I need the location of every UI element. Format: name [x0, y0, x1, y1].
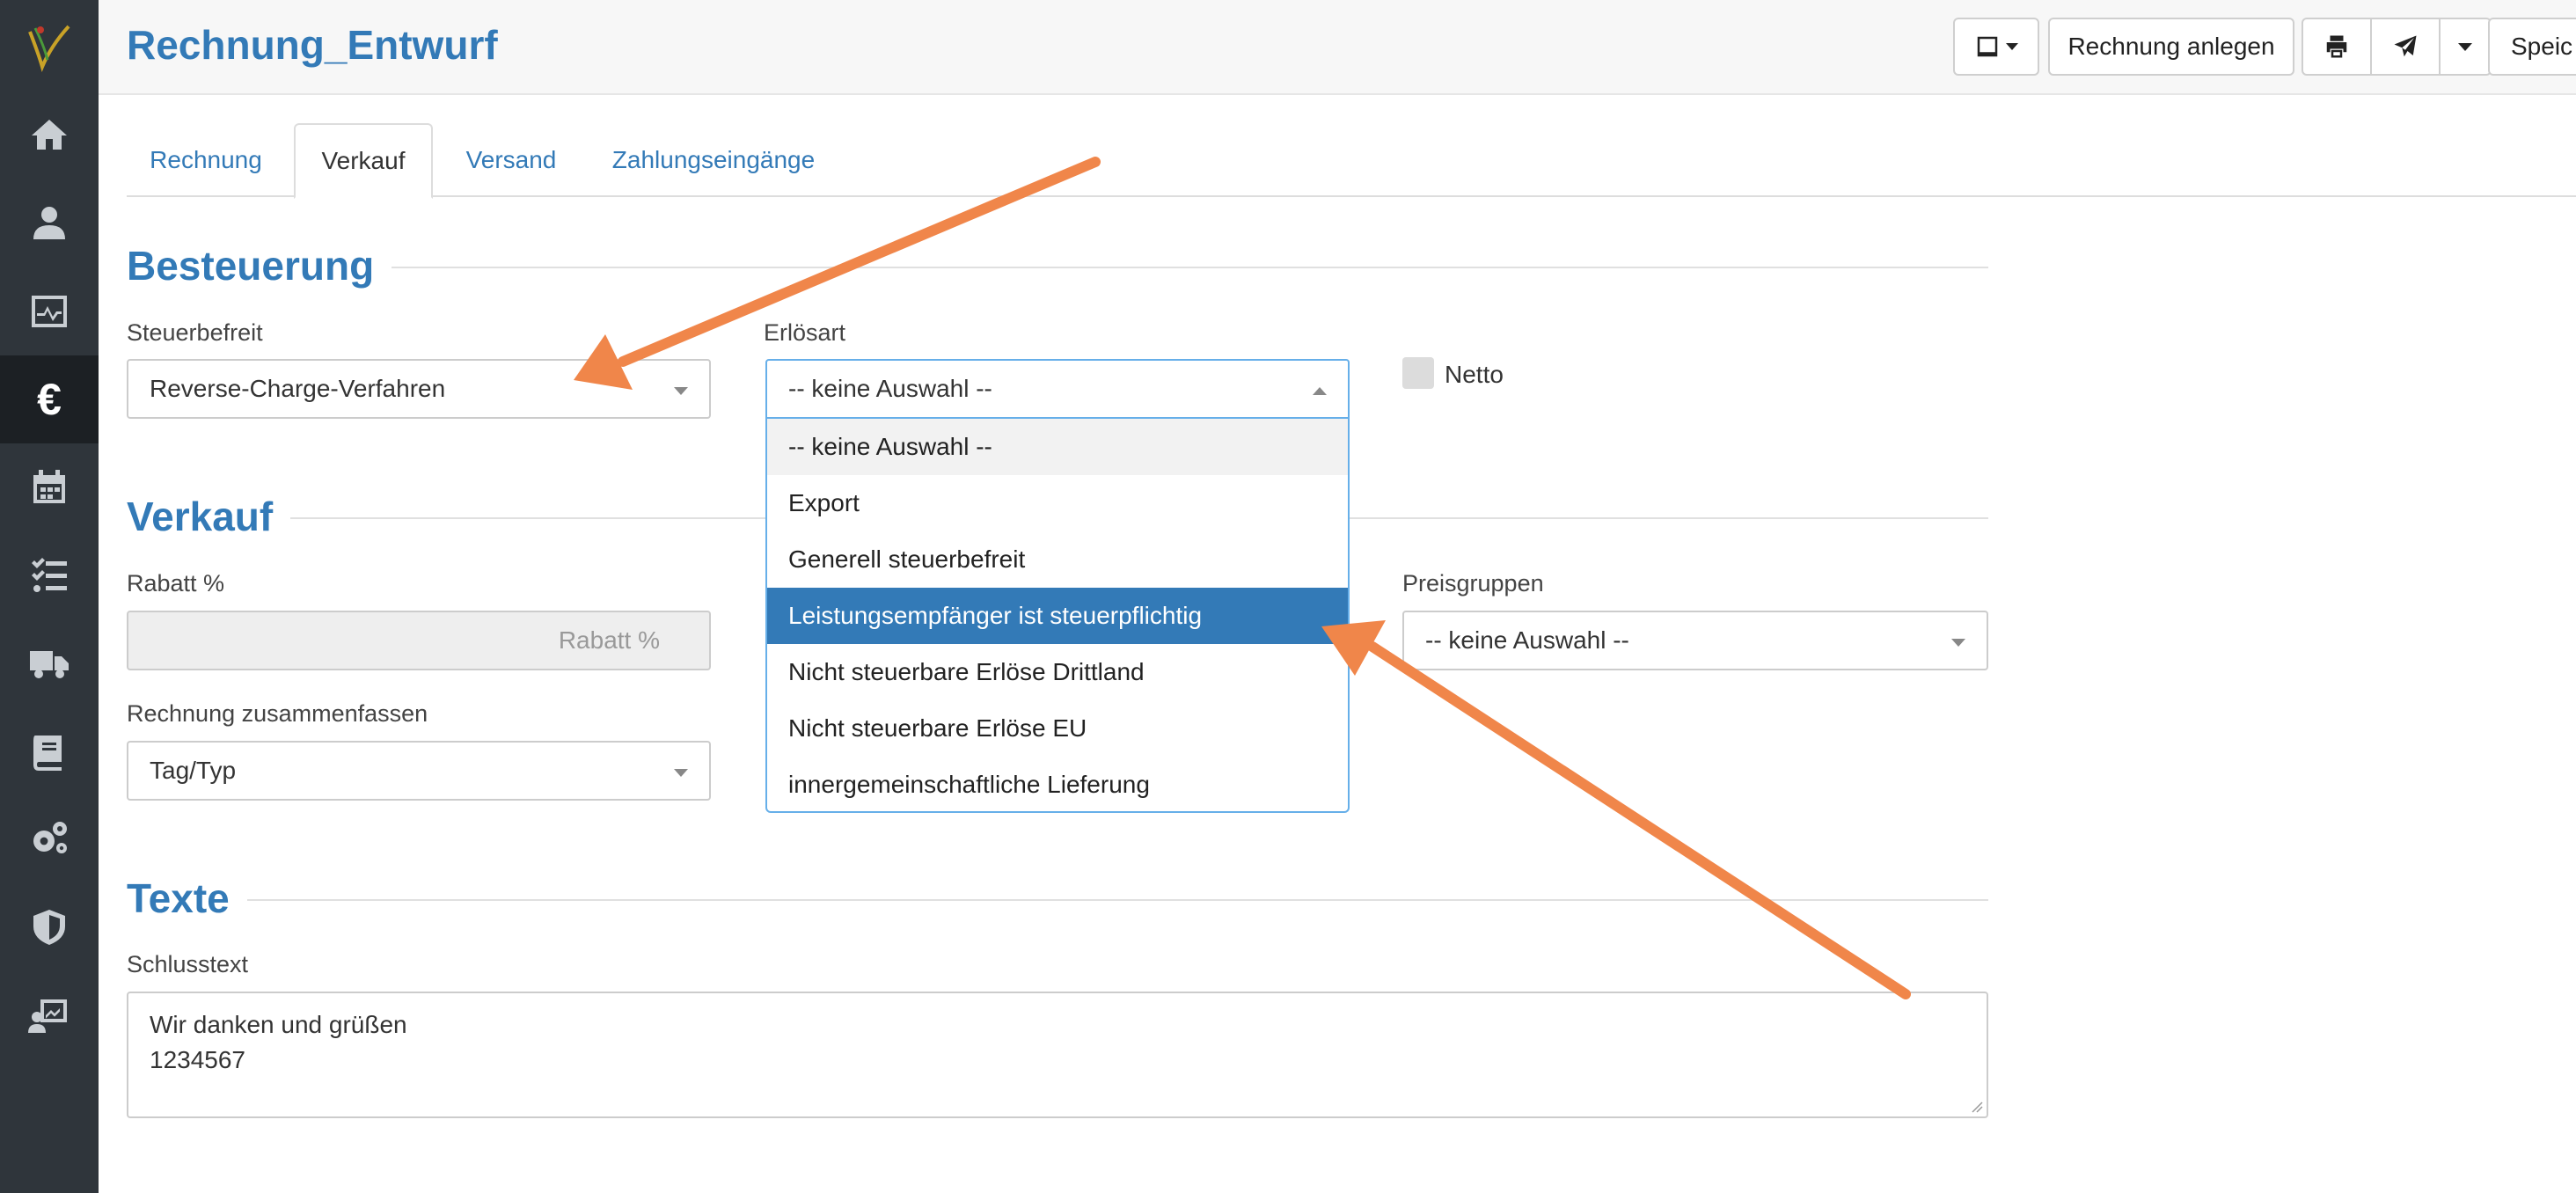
- rabatt-input: Rabatt %: [127, 611, 711, 670]
- caret-down-icon: [2006, 43, 2018, 50]
- sidebar-item-shipping[interactable]: [0, 619, 99, 707]
- preisgruppen-value: -- keine Auswahl --: [1425, 626, 1629, 654]
- steuerbefreit-value: Reverse-Charge-Verfahren: [150, 375, 446, 402]
- home-icon: [32, 120, 67, 150]
- tablet-icon: [1977, 36, 1998, 57]
- save-button[interactable]: Speic: [2488, 18, 2576, 76]
- steuerbefreit-label: Steuerbefreit: [127, 319, 263, 346]
- sidebar-item-finance[interactable]: €: [0, 355, 99, 443]
- device-dropdown-button[interactable]: [1953, 18, 2039, 76]
- sidebar-item-security[interactable]: [0, 883, 99, 971]
- steuerbefreit-select[interactable]: Reverse-Charge-Verfahren: [127, 359, 711, 419]
- truck-icon: [30, 651, 69, 678]
- dropdown-option[interactable]: Generell steuerbefreit: [767, 531, 1348, 588]
- contacts-icon: [33, 207, 65, 239]
- chevron-down-icon: [674, 769, 688, 777]
- dropdown-option[interactable]: Nicht steuerbare Erlöse Drittland: [767, 644, 1348, 700]
- sidebar: €: [0, 0, 99, 1193]
- task-list-icon: [32, 558, 67, 592]
- dropdown-option[interactable]: -- keine Auswahl --: [767, 419, 1348, 475]
- sidebar-item-home[interactable]: [0, 91, 99, 179]
- send-options-button[interactable]: [2439, 18, 2492, 76]
- chevron-down-icon: [674, 387, 688, 395]
- activity-monitor-icon: [32, 296, 67, 327]
- dropdown-option-selected[interactable]: Leistungsempfänger ist steuerpflichtig: [767, 588, 1348, 644]
- calendar-icon: [33, 470, 65, 503]
- sidebar-item-activity[interactable]: [0, 267, 99, 355]
- annotation-arrow: [1321, 620, 1911, 999]
- rabatt-label: Rabatt %: [127, 570, 225, 596]
- schlusstext-line: Wir danken und grüßen: [150, 1011, 407, 1038]
- resize-handle-icon[interactable]: [1969, 1099, 1983, 1113]
- print-button[interactable]: [2302, 18, 2372, 76]
- sidebar-item-settings[interactable]: [0, 795, 99, 883]
- sidebar-item-reports[interactable]: [0, 971, 99, 1059]
- schlusstext-textarea[interactable]: Wir danken und grüßen 1234567: [127, 992, 1988, 1118]
- header-bar: Rechnung_Entwurf Rechnung anlegen Speic: [99, 0, 2576, 95]
- print-icon: [2326, 35, 2347, 58]
- section-title-besteuerung: Besteuerung: [127, 241, 392, 290]
- tab-zahlungseingaenge[interactable]: Zahlungseingänge: [589, 123, 838, 197]
- sidebar-item-tasks[interactable]: [0, 531, 99, 619]
- preisgruppen-label: Preisgruppen: [1402, 570, 1544, 596]
- netto-checkbox[interactable]: [1402, 357, 1434, 389]
- section-title-verkauf: Verkauf: [127, 492, 291, 541]
- caret-down-icon: [2458, 42, 2472, 51]
- page-title: Rechnung_Entwurf: [127, 22, 498, 68]
- create-invoice-button[interactable]: Rechnung anlegen: [2048, 18, 2294, 76]
- settings-gears-icon: [33, 822, 67, 853]
- tab-rechnung[interactable]: Rechnung: [127, 123, 285, 197]
- sidebar-item-calendar[interactable]: [0, 443, 99, 531]
- section-divider: [127, 899, 1988, 901]
- netto-label: Netto: [1445, 361, 1504, 388]
- preisgruppen-select[interactable]: -- keine Auswahl --: [1402, 611, 1988, 670]
- chevron-up-icon: [1313, 387, 1327, 395]
- euro-icon: €: [37, 375, 62, 424]
- erloesart-dropdown-list: -- keine Auswahl -- Export Generell steu…: [765, 419, 1350, 813]
- user-chart-icon: [28, 999, 67, 1033]
- tab-versand[interactable]: Versand: [436, 123, 586, 197]
- dropdown-option[interactable]: Export: [767, 475, 1348, 531]
- sidebar-item-book[interactable]: [0, 707, 99, 795]
- tab-verkauf[interactable]: Verkauf: [294, 123, 433, 199]
- section-divider: [127, 267, 1988, 268]
- dropdown-option[interactable]: innergemeinschaftliche Lieferung: [767, 757, 1348, 811]
- schlusstext-label: Schlusstext: [127, 951, 249, 977]
- paper-plane-icon: [2394, 35, 2417, 57]
- erloesart-label: Erlösart: [764, 319, 846, 346]
- zusammenfassen-select[interactable]: Tag/Typ: [127, 741, 711, 801]
- sidebar-item-contacts[interactable]: [0, 179, 99, 267]
- shield-icon: [33, 910, 65, 945]
- erloesart-value: -- keine Auswahl --: [788, 375, 992, 402]
- section-title-texte: Texte: [127, 874, 247, 923]
- app-logo-icon[interactable]: [0, 0, 99, 95]
- zusammenfassen-value: Tag/Typ: [150, 757, 237, 784]
- schlusstext-line: 1234567: [150, 1046, 246, 1073]
- zusammenfassen-label: Rechnung zusammenfassen: [127, 700, 428, 727]
- erloesart-select[interactable]: -- keine Auswahl --: [765, 359, 1350, 419]
- tab-bar: Rechnung Verkauf Versand Zahlungseingäng…: [127, 123, 2576, 199]
- book-icon: [33, 736, 62, 771]
- send-button[interactable]: [2370, 18, 2441, 76]
- dropdown-option[interactable]: Nicht steuerbare Erlöse EU: [767, 700, 1348, 757]
- chevron-down-icon: [1951, 639, 1965, 647]
